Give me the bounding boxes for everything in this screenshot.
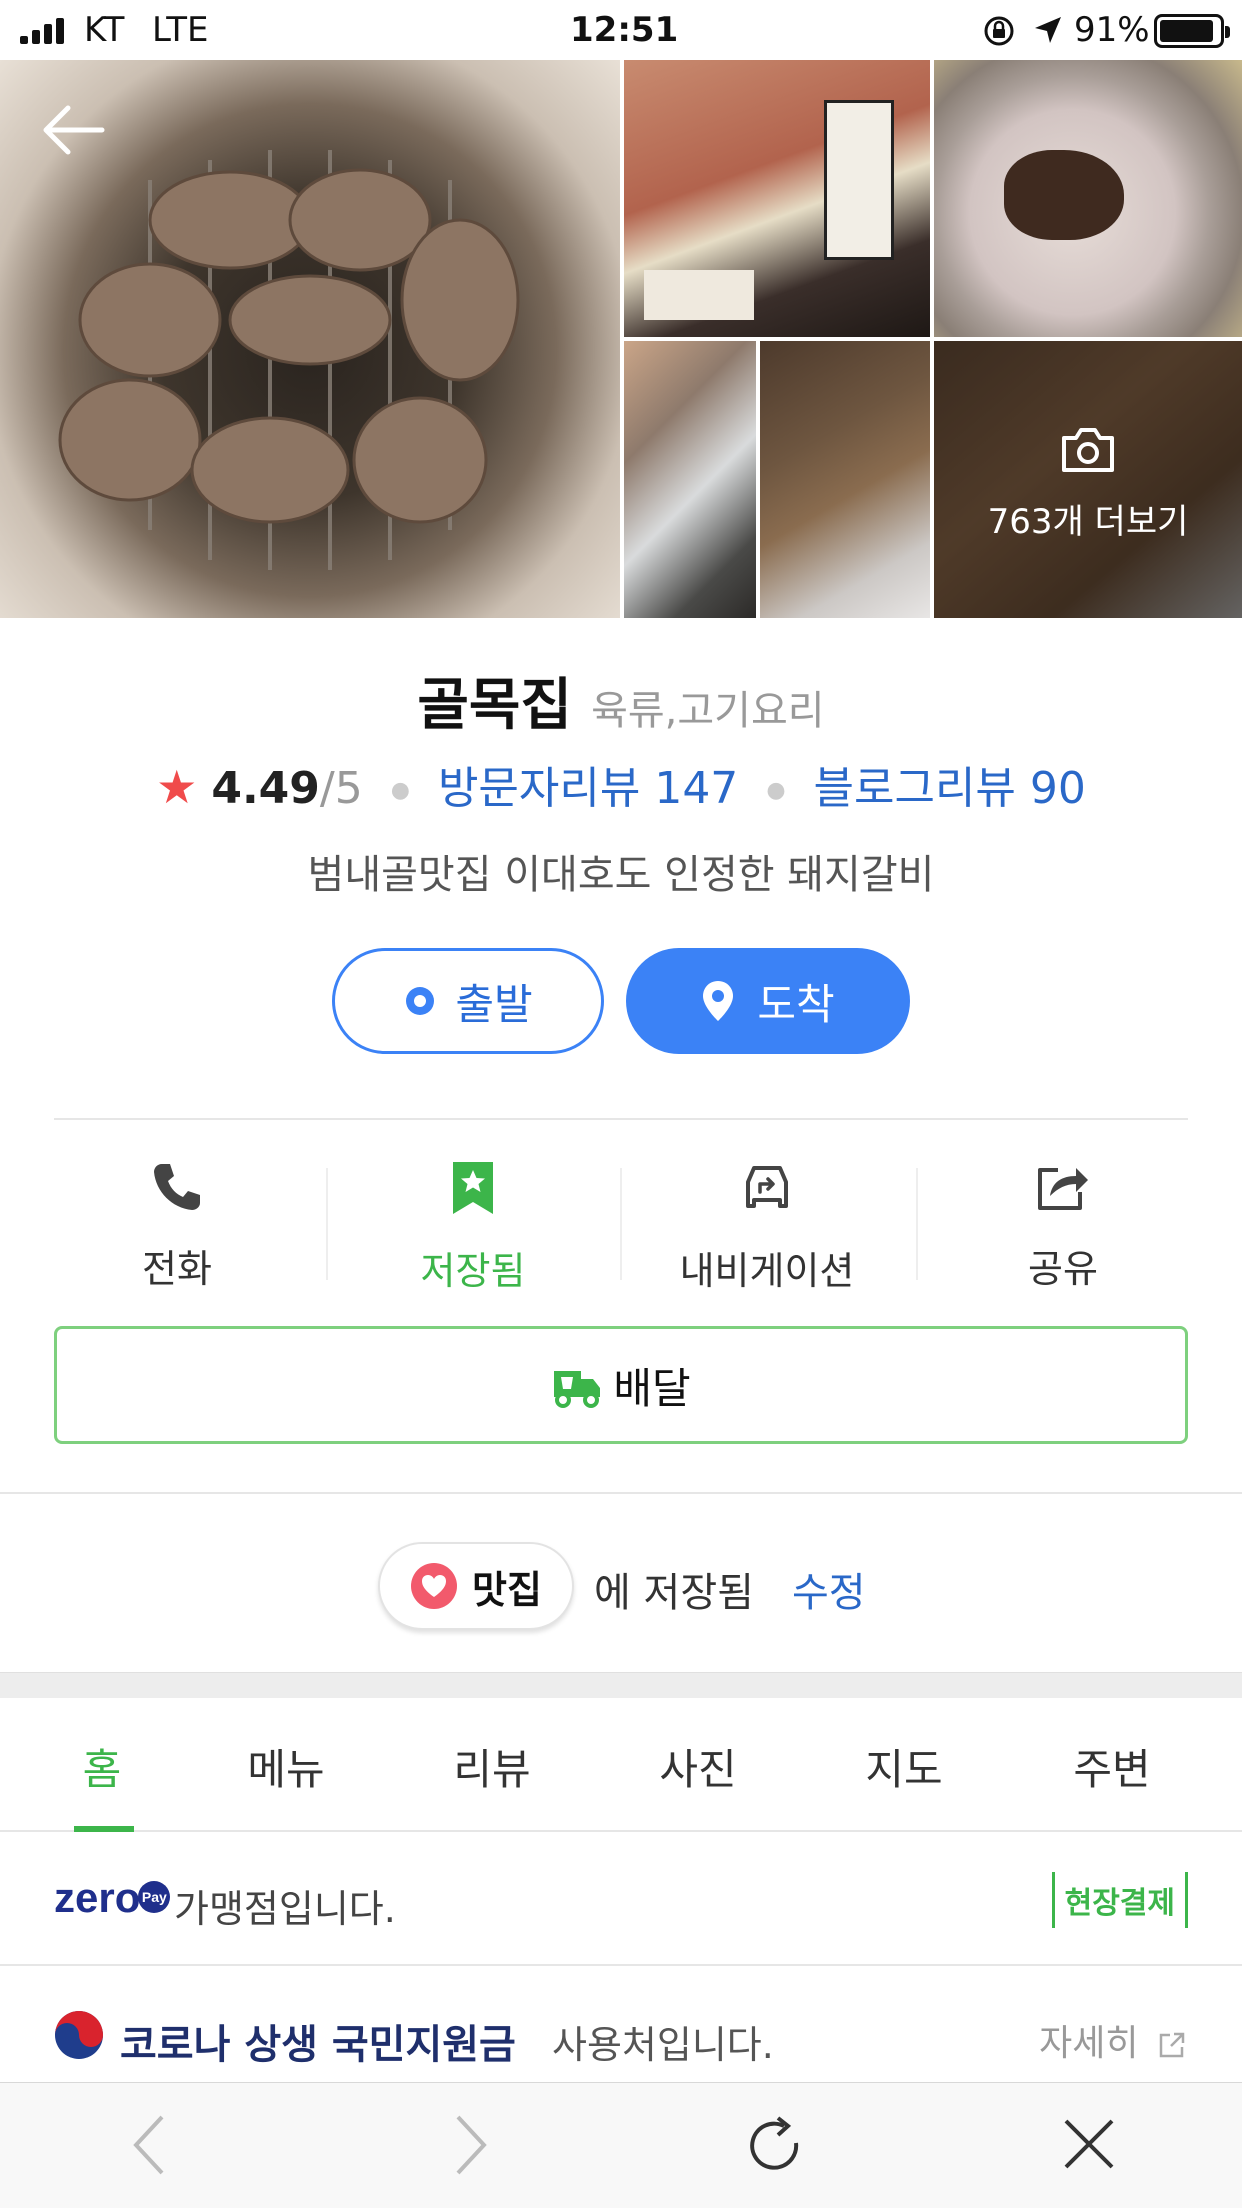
divider: [54, 1118, 1188, 1120]
details-link[interactable]: 자세히: [1039, 2014, 1188, 2066]
more-photos-label: 763개 더보기: [987, 502, 1189, 542]
arrival-button-label: 도착: [757, 979, 835, 1029]
share-button[interactable]: 공유: [918, 1160, 1208, 1293]
photo-rice-bowl[interactable]: [934, 60, 1242, 337]
tab-map[interactable]: 지도: [824, 1736, 984, 1797]
tab-nearby[interactable]: 주변: [1032, 1736, 1192, 1797]
rating-value: 4.49: [211, 763, 320, 814]
tab-bar: 홈 메뉴 리뷰 사진 지도 주변: [0, 1698, 1242, 1832]
heart-icon: [411, 1563, 458, 1609]
zeropay-logo: zero Pay: [54, 1874, 172, 1922]
saved-text: 에 저장됨: [594, 1570, 754, 1616]
tab-home[interactable]: 홈: [22, 1736, 182, 1797]
save-label: 저장됨: [420, 1249, 526, 1293]
photo-meat-plate[interactable]: [760, 341, 930, 618]
network-label: LTE: [152, 10, 209, 50]
share-label: 공유: [1028, 1247, 1098, 1291]
place-category: 육류,고기요리: [591, 688, 825, 734]
signal-icon: [20, 18, 66, 44]
rating-max: /5: [319, 763, 363, 814]
back-arrow-icon: [43, 105, 105, 155]
camera-icon: [1062, 428, 1114, 472]
separator-dot: ●: [390, 778, 410, 803]
corona-text: 사용처입니다.: [552, 2023, 774, 2067]
section-gap: [0, 1672, 1242, 1698]
navigation-label: 내비게이션: [679, 1249, 855, 1293]
forward-chevron-icon[interactable]: [448, 2113, 492, 2177]
start-button[interactable]: 출발: [332, 948, 604, 1054]
browser-toolbar: [0, 2082, 1242, 2208]
divider: [0, 1964, 1242, 1966]
edit-link[interactable]: 수정: [792, 1560, 866, 1618]
back-chevron-icon[interactable]: [128, 2113, 172, 2177]
call-label: 전화: [142, 1247, 212, 1291]
photo-grill[interactable]: [624, 341, 756, 618]
divider: [0, 1492, 1242, 1494]
share-icon: [1038, 1168, 1088, 1210]
taegeuk-icon: [55, 2011, 103, 2059]
back-button[interactable]: [38, 100, 108, 160]
close-icon[interactable]: [1062, 2117, 1116, 2171]
external-link-icon: [1159, 2032, 1185, 2058]
separator-dot: ●: [766, 778, 786, 803]
blog-reviews-link[interactable]: 블로그리뷰 90: [814, 763, 1086, 814]
place-description: 범내골맛집 이대호도 인정한 돼지갈비: [307, 852, 935, 898]
call-button[interactable]: 전화: [32, 1160, 322, 1293]
navigation-button[interactable]: 내비게이션: [622, 1160, 912, 1295]
navigation-car-icon: [746, 1166, 788, 1208]
bookmark-star-icon: [453, 1162, 493, 1214]
visitor-reviews-link[interactable]: 방문자리뷰 147: [438, 763, 738, 814]
refresh-icon[interactable]: [742, 2113, 808, 2179]
photo-storefront[interactable]: [624, 60, 930, 337]
status-bar: KT LTE 12:51 91%: [0, 0, 1242, 60]
carrier-label: KT: [84, 10, 125, 50]
corona-support-row: 코로나 상생 국민지원금 사용처입니다. 자세히: [54, 2006, 1188, 2068]
place-name: 골목집: [417, 673, 572, 738]
saved-folder-label: 맛집: [472, 1567, 542, 1612]
phone-icon: [154, 1164, 200, 1210]
onsite-payment-tag: 현장결제: [1051, 1872, 1188, 1928]
saved-folder-chip[interactable]: 맛집: [378, 1542, 574, 1630]
tab-photos[interactable]: 사진: [618, 1736, 778, 1797]
map-pin-icon: [703, 981, 734, 1021]
delivery-truck-icon: [554, 1371, 601, 1408]
battery-icon: [1154, 14, 1230, 48]
time-label: 12:51: [570, 10, 679, 50]
zeropay-text: 가맹점입니다.: [174, 1887, 396, 1931]
start-button-label: 출발: [455, 979, 533, 1029]
start-dot-icon: [406, 987, 435, 1015]
star-icon: ★: [156, 760, 198, 814]
battery-percent: 91%: [1074, 10, 1150, 50]
tab-menu[interactable]: 메뉴: [206, 1736, 366, 1797]
zeropay-badge: Pay: [138, 1880, 171, 1913]
more-photos-button[interactable]: 763개 더보기: [934, 341, 1242, 618]
place-header: 골목집 육류,고기요리: [0, 660, 1242, 741]
rating-row: ★ 4.49/5 ● 방문자리뷰 147 ● 블로그리뷰 90: [0, 752, 1242, 816]
location-arrow-icon: [1035, 17, 1061, 43]
active-tab-indicator: [74, 1826, 134, 1832]
rotation-lock-icon: [984, 16, 1014, 46]
arrival-button[interactable]: 도착: [626, 948, 910, 1054]
delivery-button[interactable]: 배달: [54, 1326, 1188, 1444]
save-button[interactable]: 저장됨: [328, 1160, 618, 1295]
tab-reviews[interactable]: 리뷰: [412, 1736, 572, 1797]
delivery-label: 배달: [613, 1363, 691, 1413]
corona-title: 코로나 상생 국민지원금: [120, 2022, 516, 2068]
zeropay-row: zero Pay 가맹점입니다. 현장결제: [54, 1872, 1188, 1932]
